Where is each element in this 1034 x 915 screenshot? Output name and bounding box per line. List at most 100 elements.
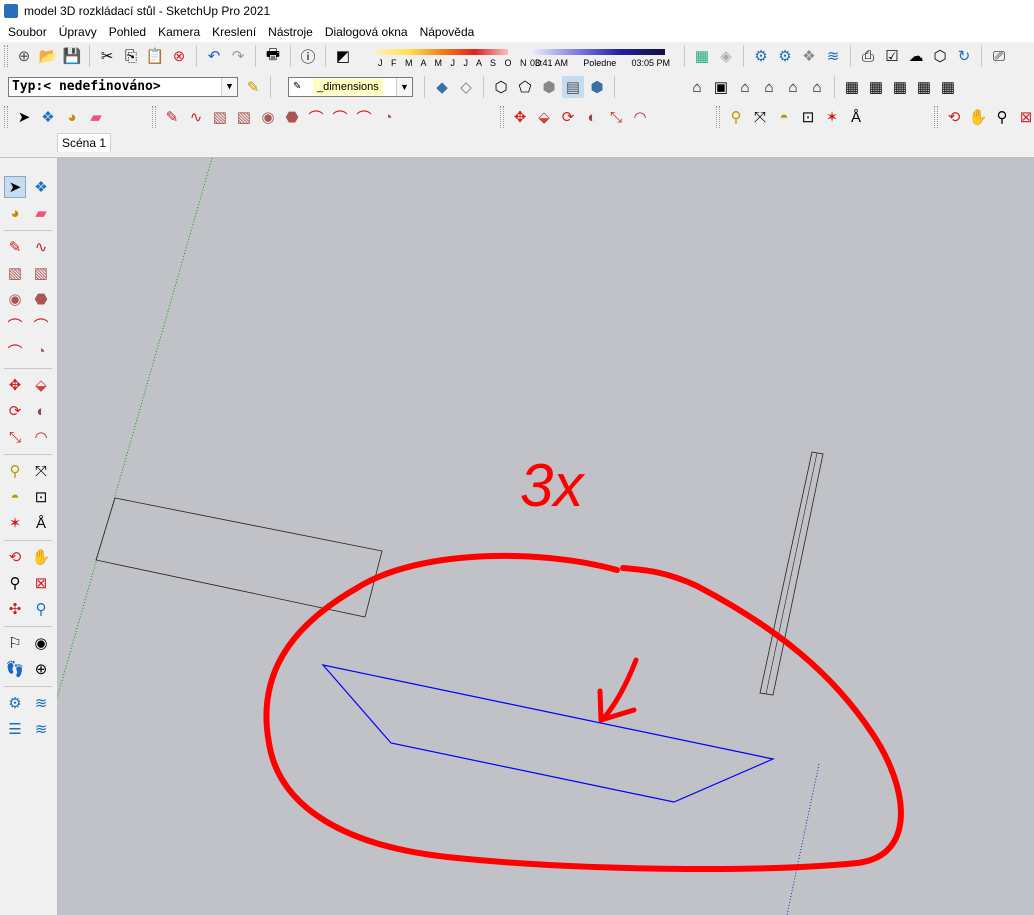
- make-component-icon[interactable]: ❖: [30, 176, 52, 198]
- axes-icon[interactable]: ✶: [4, 512, 26, 534]
- extension-manager-icon[interactable]: ↻: [953, 45, 975, 67]
- cut-icon[interactable]: ✂: [96, 45, 118, 67]
- pan-hand-icon[interactable]: ✋: [967, 106, 989, 128]
- toolbar-grip[interactable]: [4, 106, 8, 128]
- tape-measure-icon[interactable]: ⚲: [4, 460, 26, 482]
- export-icon[interactable]: ⎙: [857, 45, 879, 67]
- add-location-icon[interactable]: ⚙: [750, 45, 772, 67]
- layers-icon[interactable]: ☰: [4, 718, 26, 740]
- three-point-arc-icon[interactable]: ⌒: [4, 340, 26, 362]
- text-icon[interactable]: ⊡: [797, 106, 819, 128]
- line-pencil-icon[interactable]: ✎: [161, 106, 183, 128]
- menu-window[interactable]: Dialogová okna: [319, 25, 414, 39]
- iso-view-icon[interactable]: ⌂: [686, 76, 708, 98]
- component-share-icon[interactable]: ⬡: [929, 45, 951, 67]
- offset-icon[interactable]: ◠: [30, 426, 52, 448]
- two-point-arc-icon[interactable]: ⌒: [30, 314, 52, 336]
- section-fill-icon[interactable]: ▦: [913, 76, 935, 98]
- menu-view[interactable]: Pohled: [103, 25, 152, 39]
- paint-bucket-icon[interactable]: ◕: [4, 202, 26, 224]
- open-folder-icon[interactable]: 📂: [37, 45, 59, 67]
- add-location-icon[interactable]: ⚙: [4, 692, 26, 714]
- polygon-icon[interactable]: ⬣: [281, 106, 303, 128]
- shadow-time-slider[interactable]: [531, 49, 665, 55]
- walk-footprints-icon[interactable]: 👣: [4, 658, 26, 680]
- eraser-icon[interactable]: ▰: [30, 202, 52, 224]
- three-point-arc-icon[interactable]: ⌒: [353, 106, 375, 128]
- front-view-icon[interactable]: ⌂: [734, 76, 756, 98]
- zoom-window-icon[interactable]: ⊠: [30, 572, 52, 594]
- position-camera-icon[interactable]: ⚐: [4, 632, 26, 654]
- selected-face-outline[interactable]: [321, 664, 775, 803]
- tag-icon[interactable]: ◈: [715, 45, 737, 67]
- zoom-icon[interactable]: ⚲: [991, 106, 1013, 128]
- shaded-icon[interactable]: ⬢: [538, 76, 560, 98]
- circle-icon[interactable]: ◉: [4, 288, 26, 310]
- wireframe-icon[interactable]: ⬡: [490, 76, 512, 98]
- polygon-icon[interactable]: ⬣: [30, 288, 52, 310]
- scale-icon[interactable]: ⤡: [4, 426, 26, 448]
- select-arrow-icon[interactable]: ➤: [4, 176, 26, 198]
- protractor-icon[interactable]: ◓: [4, 486, 26, 508]
- section-display-icon[interactable]: ▦: [865, 76, 887, 98]
- erase-delete-icon[interactable]: ⊗: [168, 45, 190, 67]
- rotated-rectangle-icon[interactable]: ▧: [233, 106, 255, 128]
- paste-icon[interactable]: 📋: [144, 45, 166, 67]
- cloud-upload-icon[interactable]: ☁: [905, 45, 927, 67]
- arc-icon[interactable]: ⌒: [4, 314, 26, 336]
- save-icon[interactable]: 💾: [61, 45, 83, 67]
- select-arrow-icon[interactable]: ➤: [13, 106, 35, 128]
- rectangle-icon[interactable]: ▧: [4, 262, 26, 284]
- drawing-area[interactable]: 3x: [57, 158, 1034, 915]
- left-view-icon[interactable]: ⌂: [806, 76, 828, 98]
- entity-type-select[interactable]: Typ:< nedefinováno> ▼: [8, 77, 238, 97]
- shadows-toggle-icon[interactable]: ◩: [332, 45, 354, 67]
- dimension-icon[interactable]: ⤧: [749, 106, 771, 128]
- make-component-icon[interactable]: ❖: [37, 106, 59, 128]
- two-point-arc-icon[interactable]: ⌒: [329, 106, 351, 128]
- pan-hand-icon[interactable]: ✋: [30, 546, 52, 568]
- monochrome-icon[interactable]: ⬢: [586, 76, 608, 98]
- chevron-down-icon[interactable]: ▼: [221, 78, 237, 96]
- sandbox-icon[interactable]: ≋: [30, 692, 52, 714]
- section-cut-icon[interactable]: ▦: [889, 76, 911, 98]
- orbit-icon[interactable]: ⟲: [4, 546, 26, 568]
- model-info-icon[interactable]: ⓘ: [297, 45, 319, 67]
- undo-icon[interactable]: ↶: [203, 45, 225, 67]
- menu-camera[interactable]: Kamera: [152, 25, 206, 39]
- section-icon[interactable]: ▦: [841, 76, 863, 98]
- back-view-icon[interactable]: ⌂: [782, 76, 804, 98]
- tape-measure-icon[interactable]: ⚲: [725, 106, 747, 128]
- pie-icon[interactable]: ◔: [377, 106, 399, 128]
- copy-icon[interactable]: ⎘: [120, 45, 142, 67]
- scale-icon[interactable]: ⤡: [605, 106, 627, 128]
- rectangle-icon[interactable]: ▧: [209, 106, 231, 128]
- shaded-textures-icon[interactable]: ▤: [562, 76, 584, 98]
- new-file-icon[interactable]: ⊕: [13, 45, 35, 67]
- 3d-text-icon[interactable]: Å: [845, 106, 867, 128]
- top-view-icon[interactable]: ▣: [710, 76, 732, 98]
- components-icon[interactable]: ❖: [798, 45, 820, 67]
- tag-select[interactable]: ✎ _dimensions ▼: [288, 77, 413, 97]
- zoom-extents-icon[interactable]: ✣: [4, 598, 26, 620]
- pie-icon[interactable]: ◔: [30, 340, 52, 362]
- tag-paint-icon[interactable]: ✎: [242, 76, 264, 98]
- redo-icon[interactable]: ↷: [227, 45, 249, 67]
- zoom-icon[interactable]: ⚲: [4, 572, 26, 594]
- menu-draw[interactable]: Kreslení: [206, 25, 262, 39]
- move-icon[interactable]: ✥: [4, 374, 26, 396]
- freehand-icon[interactable]: ∿: [185, 106, 207, 128]
- section-plane-icon[interactable]: ⊕: [30, 658, 52, 680]
- menu-file[interactable]: Soubor: [2, 25, 53, 39]
- follow-me-icon[interactable]: ◐: [30, 400, 52, 422]
- menu-help[interactable]: Nápověda: [414, 25, 481, 39]
- rotate-icon[interactable]: ⟳: [4, 400, 26, 422]
- menu-tools[interactable]: Nástroje: [262, 25, 319, 39]
- toolbar-grip[interactable]: [152, 106, 156, 128]
- toolbar-grip[interactable]: [934, 106, 938, 128]
- paint-bucket-icon[interactable]: ◕: [61, 106, 83, 128]
- open-outer-icon[interactable]: ⎚: [988, 45, 1010, 67]
- checkbox-icon[interactable]: ☑: [881, 45, 903, 67]
- model-viewport[interactable]: 3x: [57, 158, 1034, 915]
- right-view-icon[interactable]: ⌂: [758, 76, 780, 98]
